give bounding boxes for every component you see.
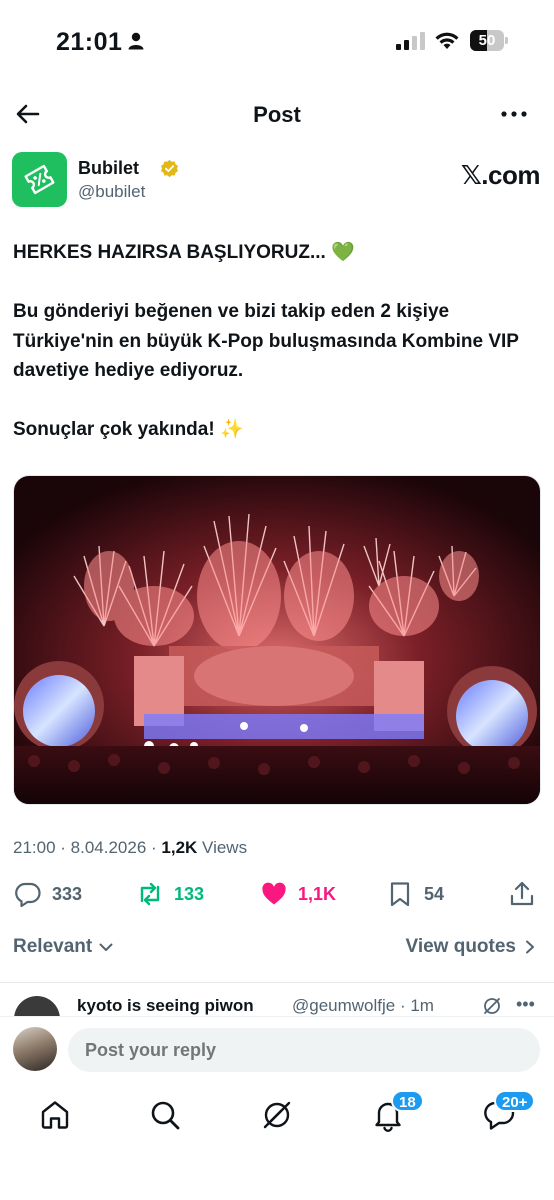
status-time: 21:01 (56, 28, 123, 56)
person-icon (128, 32, 144, 50)
post-body: HERKES HAZIRSA BAŞLIYORUZ... 💚 Bu gönder… (13, 238, 543, 445)
more-options-icon[interactable] (498, 102, 530, 126)
post-timestamp: 21:00 · 8.04.2026 · (13, 838, 162, 857)
nav-messages[interactable]: 20+ (482, 1090, 536, 1134)
author-name[interactable]: Bubilet (78, 158, 139, 179)
author-handle[interactable]: @bubilet (78, 182, 145, 202)
grok-icon[interactable] (482, 996, 502, 1016)
bookmark-icon (390, 882, 410, 907)
post-text-line: Bu gönderiyi beğenen ve bizi takip eden … (13, 301, 519, 381)
search-icon (151, 1101, 180, 1130)
post-text-line: HERKES HAZIRSA BAŞLIYORUZ... (13, 242, 332, 263)
page-title: Post (253, 102, 301, 127)
post-media-image[interactable] (13, 475, 541, 805)
view-quotes-label: View quotes (405, 936, 516, 957)
views-label: Views (197, 838, 248, 857)
like-count: 1,1K (298, 883, 337, 904)
heart-filled-icon (262, 882, 286, 905)
battery-indicator: 50 (470, 30, 508, 51)
green-heart-emoji-icon: 💚 (331, 241, 355, 263)
bookmark-button[interactable]: 54 (386, 878, 444, 910)
nav-notifications[interactable]: 18 (371, 1090, 424, 1134)
post-header: Post (0, 90, 554, 140)
reply-icon (15, 882, 41, 908)
wifi-icon (435, 32, 459, 49)
nav-grok[interactable] (260, 1098, 296, 1134)
relevant-sort-dropdown[interactable]: Relevant (13, 936, 114, 958)
sparkles-emoji-icon: ✨ (219, 418, 244, 440)
notifications-badge: 18 (391, 1090, 424, 1112)
messages-badge: 20+ (494, 1090, 536, 1112)
verified-badge-icon (161, 159, 178, 178)
battery-percent: 50 (478, 32, 496, 49)
user-avatar[interactable] (13, 1027, 57, 1071)
reply-preview[interactable]: kyoto is seeing piwon @geumwolfje · 1m •… (0, 994, 554, 1016)
post-meta: 21:00 · 8.04.2026 · 1,2K Views (13, 838, 247, 858)
reply-avatar[interactable] (14, 996, 60, 1016)
bookmark-count: 54 (424, 883, 445, 904)
nav-home[interactable] (38, 1098, 74, 1134)
like-button[interactable]: 1,1K (260, 878, 336, 910)
post-actions-bar: 333 133 1,1K 54 (0, 874, 554, 914)
chevron-right-icon (526, 940, 534, 954)
status-bar: 21:01 50 (0, 0, 554, 80)
chevron-down-icon (99, 943, 113, 951)
share-icon (510, 881, 534, 906)
reply-author-handle: @geumwolfje · 1m (292, 996, 434, 1015)
post-paragraph: Sonuçlar çok yakında! ✨ (13, 415, 543, 445)
share-button[interactable] (508, 878, 536, 910)
reply-button[interactable]: 333 (14, 878, 82, 910)
home-icon (41, 1101, 69, 1129)
post-paragraph: Bu gönderiyi beğenen ve bizi takip eden … (13, 297, 543, 386)
grok-icon (263, 1101, 291, 1129)
repost-icon (140, 882, 160, 906)
views-count[interactable]: 1,2K (161, 838, 197, 857)
nav-search[interactable] (148, 1098, 184, 1134)
repost-button[interactable]: 133 (136, 878, 204, 910)
x-com-label: 𝕏.com (460, 160, 541, 190)
concert-fireworks-stage-image (14, 476, 540, 804)
bubilet-logo-avatar[interactable] (12, 152, 67, 207)
relevant-label: Relevant (13, 936, 93, 957)
ticket-icon (24, 164, 55, 195)
post-author[interactable]: Bubilet @bubilet 𝕏.com (12, 152, 542, 210)
view-quotes-link[interactable]: View quotes (405, 936, 536, 958)
bottom-navigation: 18 20+ (0, 1084, 554, 1200)
reply-author-name[interactable]: kyoto is seeing piwon (77, 996, 254, 1016)
post-text-line: Sonuçlar çok yakında! (13, 419, 220, 440)
repost-count: 133 (174, 883, 205, 904)
reply-count: 333 (52, 883, 83, 904)
post-paragraph: HERKES HAZIRSA BAŞLIYORUZ... 💚 (13, 238, 543, 268)
replies-sort-bar: Relevant View quotes (0, 926, 554, 970)
divider (0, 982, 554, 983)
reply-input[interactable] (68, 1028, 540, 1072)
reply-composer (0, 1016, 554, 1084)
reply-more-icon[interactable]: ••• (516, 994, 535, 1015)
cellular-signal-icon (396, 32, 425, 50)
